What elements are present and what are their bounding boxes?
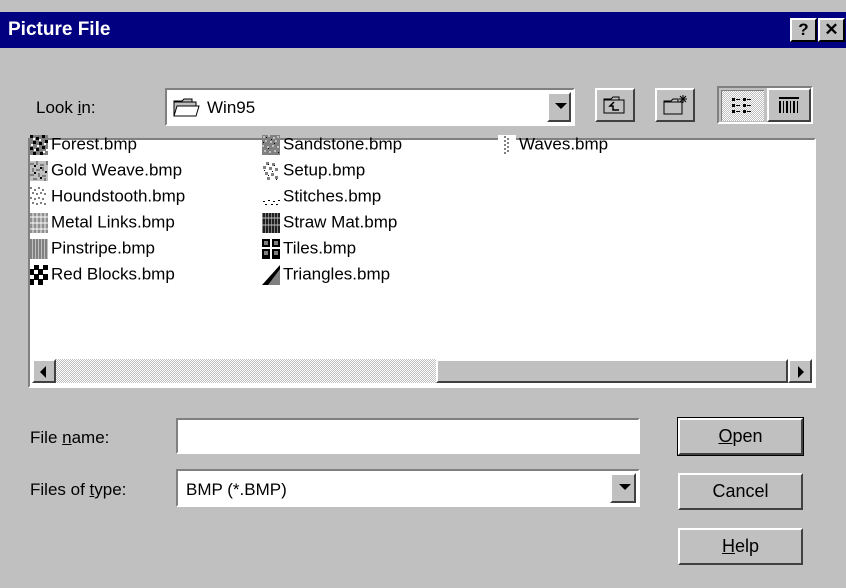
chevron-down-icon xyxy=(619,484,631,490)
files-of-type-label: Files of type: xyxy=(30,480,127,499)
details-view-button[interactable] xyxy=(767,88,811,122)
triangles-bitmap-icon xyxy=(262,264,280,285)
gold-weave-bitmap-icon xyxy=(30,160,48,181)
open-button[interactable]: Open xyxy=(677,417,804,456)
create-new-folder-button[interactable] xyxy=(655,88,695,122)
stitches-bitmap-icon xyxy=(262,186,280,207)
list-item[interactable]: Forest.bmp xyxy=(30,134,137,158)
file-list[interactable]: Forest.bmp Gold Weave.bmp Houndstooth.bm… xyxy=(28,134,816,388)
files-of-type-value: BMP (*.BMP) xyxy=(186,480,287,499)
look-in-combo[interactable]: Win95 xyxy=(165,88,575,126)
view-toggle-group xyxy=(717,86,813,124)
houndstooth-bitmap-icon xyxy=(30,186,48,207)
title-bar[interactable]: Picture File ? ✕ xyxy=(0,12,846,48)
help-dialog-button[interactable]: Help xyxy=(678,528,803,565)
scroll-thumb[interactable] xyxy=(436,359,788,383)
list-item[interactable]: Triangles.bmp xyxy=(262,264,390,288)
setup-bitmap-icon xyxy=(262,160,280,181)
scroll-left-button[interactable] xyxy=(32,359,56,383)
list-item[interactable]: Setup.bmp xyxy=(262,160,365,184)
window-title: Picture File xyxy=(8,19,111,40)
help-button[interactable]: ? xyxy=(790,18,817,42)
arrow-left-icon xyxy=(40,366,46,378)
list-item[interactable]: Pinstripe.bmp xyxy=(30,238,155,262)
sandstone-bitmap-icon xyxy=(262,134,280,155)
new-folder-icon xyxy=(663,95,687,115)
list-item[interactable]: Houndstooth.bmp xyxy=(30,186,185,210)
list-item[interactable]: Stitches.bmp xyxy=(262,186,381,210)
scroll-track[interactable] xyxy=(56,359,436,383)
look-in-dropdown-button[interactable] xyxy=(547,92,571,122)
horizontal-scrollbar[interactable] xyxy=(32,359,812,384)
cancel-button[interactable]: Cancel xyxy=(678,473,803,510)
tiles-bitmap-icon xyxy=(262,238,280,259)
list-view-button[interactable] xyxy=(721,90,764,121)
list-item[interactable]: Tiles.bmp xyxy=(262,238,356,262)
list-item[interactable]: Metal Links.bmp xyxy=(30,212,175,236)
files-of-type-combo[interactable]: BMP (*.BMP) xyxy=(176,469,640,507)
file-name-label: File name: xyxy=(30,428,110,447)
list-item[interactable]: Gold Weave.bmp xyxy=(30,160,182,184)
look-in-label: Look in: xyxy=(36,98,96,117)
chevron-down-icon xyxy=(555,103,567,109)
picture-file-dialog: Picture File ? ✕ Look in: Win95 Forest.b… xyxy=(0,0,846,588)
look-in-value: Win95 xyxy=(207,98,256,117)
list-item[interactable]: Red Blocks.bmp xyxy=(30,264,175,288)
scroll-right-button[interactable] xyxy=(788,359,812,383)
files-of-type-dropdown-button[interactable] xyxy=(610,473,636,503)
metal-links-bitmap-icon xyxy=(30,212,48,233)
up-folder-icon xyxy=(603,96,625,114)
red-blocks-bitmap-icon xyxy=(30,264,48,285)
waves-bitmap-icon xyxy=(498,134,516,155)
list-view-icon xyxy=(732,98,751,113)
pinstripe-bitmap-icon xyxy=(30,238,48,259)
list-item[interactable]: Waves.bmp xyxy=(498,134,608,158)
close-button[interactable]: ✕ xyxy=(818,18,845,42)
file-name-input[interactable] xyxy=(176,418,640,454)
arrow-right-icon xyxy=(798,366,804,378)
list-item[interactable]: Sandstone.bmp xyxy=(262,134,402,158)
up-one-level-button[interactable] xyxy=(595,88,635,122)
list-item[interactable]: Straw Mat.bmp xyxy=(262,212,397,236)
details-view-icon xyxy=(779,97,799,113)
straw-mat-bitmap-icon xyxy=(262,212,280,233)
forest-bitmap-icon xyxy=(30,134,48,155)
folder-icon xyxy=(173,96,201,123)
